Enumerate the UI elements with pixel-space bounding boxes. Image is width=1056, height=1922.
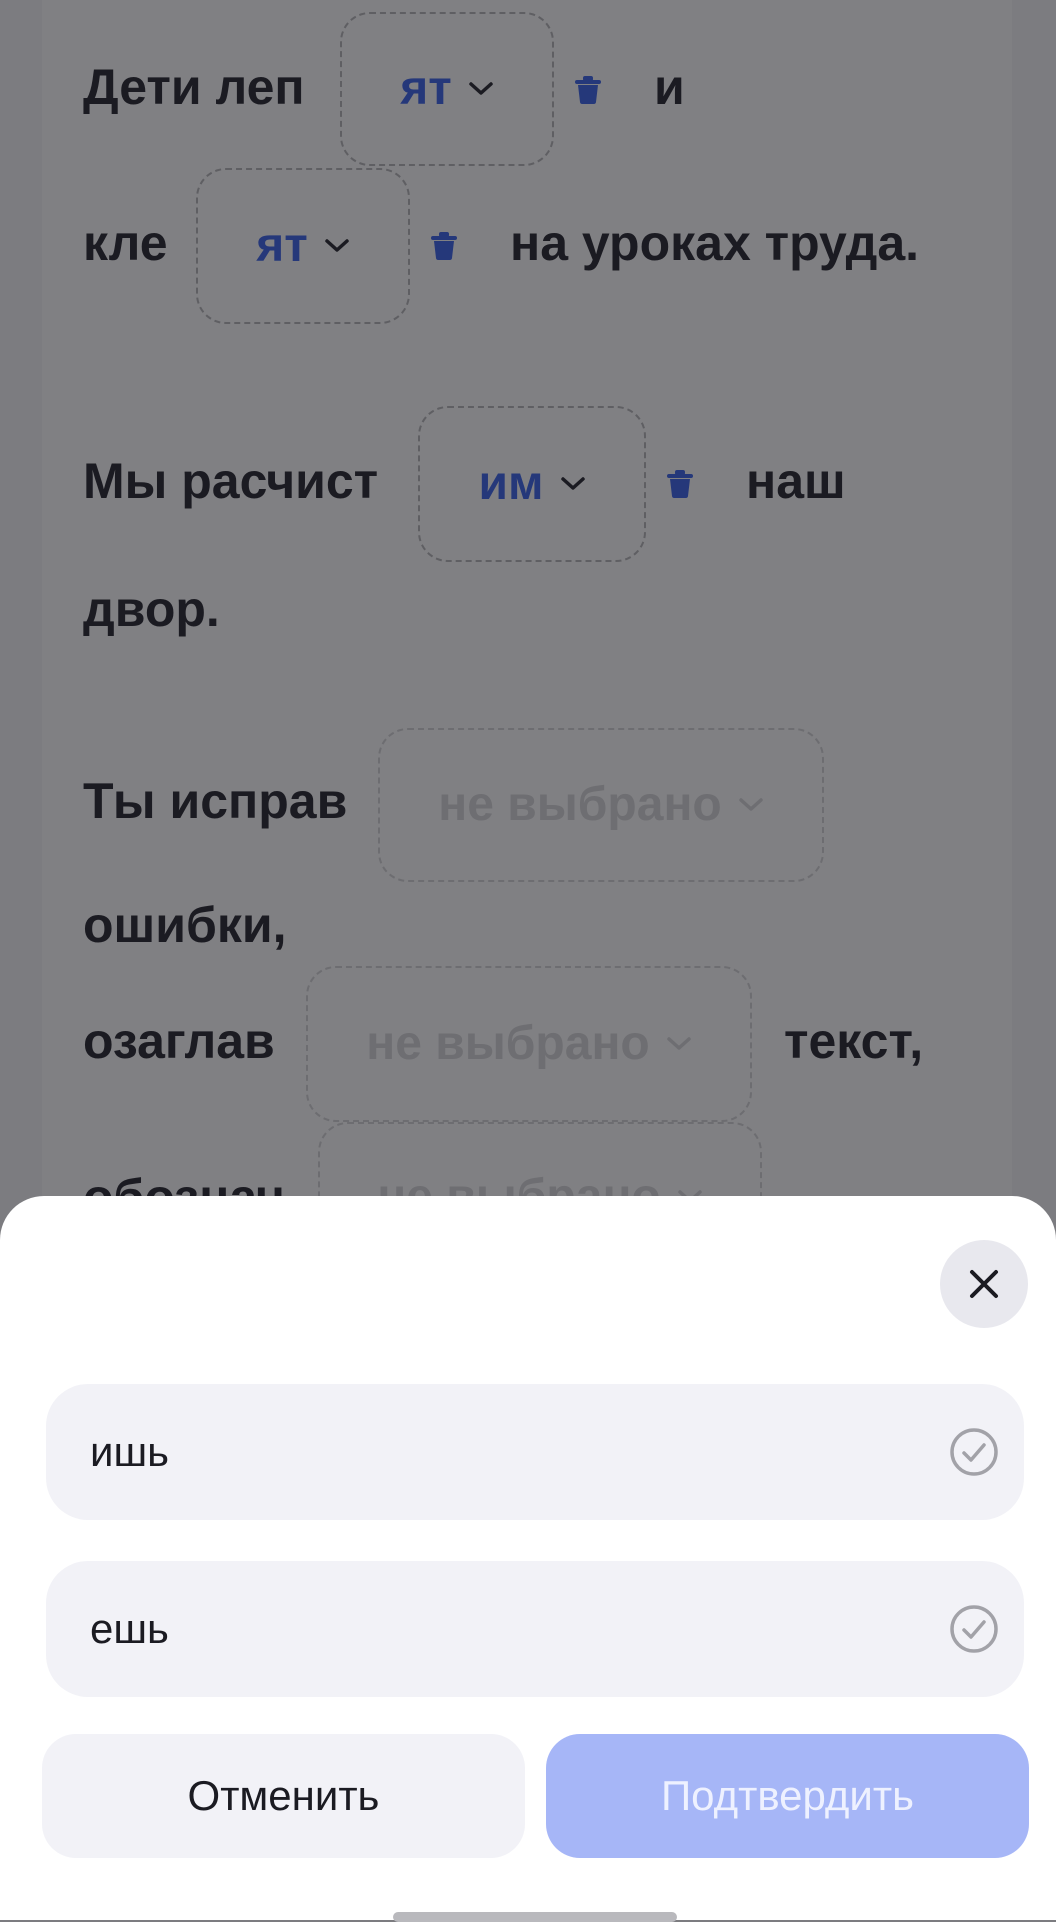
option-ish[interactable]: ишь: [46, 1384, 1024, 1520]
sentence-word: и: [654, 59, 685, 115]
option-esh[interactable]: ешь: [46, 1561, 1024, 1697]
chevron-down-icon: [325, 239, 349, 252]
chevron-down-icon: [469, 82, 493, 95]
answer-slot[interactable]: ят: [196, 168, 410, 324]
sentence-word: двор.: [83, 581, 220, 637]
sentence-word: озаглав: [83, 1013, 275, 1069]
confirm-button[interactable]: Подтвердить: [546, 1734, 1029, 1858]
chevron-down-icon: [560, 477, 585, 490]
sentence-word: ошибки,: [83, 897, 287, 953]
answer-slot-empty[interactable]: не выбрано: [378, 728, 824, 882]
slot-placeholder: не выбрано: [366, 1017, 650, 1070]
answer-slot-empty[interactable]: не выбрано: [306, 966, 752, 1122]
home-indicator: [393, 1912, 677, 1922]
chevron-down-icon: [667, 1037, 691, 1050]
check-circle-icon: [950, 1428, 998, 1476]
sentence-word: Мы расчист: [83, 453, 379, 509]
close-icon: [970, 1270, 998, 1298]
sentence-word: наш: [746, 453, 846, 509]
trash-icon[interactable]: [428, 230, 460, 262]
slot-value: им: [478, 457, 544, 510]
check-circle-icon: [950, 1605, 998, 1653]
cancel-button[interactable]: Отменить: [42, 1734, 525, 1858]
trash-icon[interactable]: [664, 468, 696, 500]
close-button[interactable]: [940, 1240, 1028, 1328]
sentence-word: Ты исправ: [83, 773, 348, 829]
answer-slot[interactable]: ят: [340, 12, 554, 166]
trash-icon[interactable]: [572, 74, 604, 106]
sentence-word: кле: [83, 215, 168, 271]
slot-placeholder: не выбрано: [438, 778, 722, 831]
slot-value: ят: [400, 62, 452, 115]
sentence-word: на уроках труда.: [510, 215, 920, 271]
option-label: ешь: [90, 1605, 169, 1652]
slot-value: ят: [256, 219, 308, 272]
sentence-word: текст,: [784, 1013, 924, 1069]
option-label: ишь: [90, 1428, 170, 1475]
answer-slot[interactable]: им: [418, 406, 646, 562]
sentence-word: Дети леп: [83, 59, 305, 115]
chevron-down-icon: [739, 798, 763, 811]
